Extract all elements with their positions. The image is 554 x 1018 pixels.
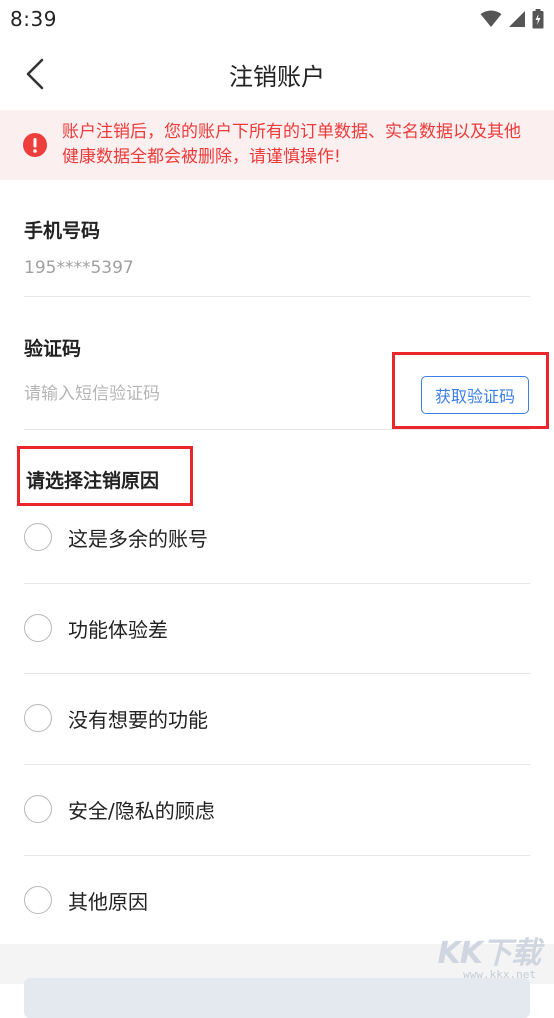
wifi-icon bbox=[480, 10, 502, 27]
radio-button[interactable] bbox=[24, 795, 52, 823]
status-icons bbox=[480, 9, 544, 29]
divider bbox=[24, 673, 530, 674]
code-label: 验证码 bbox=[24, 338, 82, 360]
phone-value: 195****5397 bbox=[24, 258, 134, 278]
code-input[interactable] bbox=[24, 380, 354, 408]
submit-button[interactable] bbox=[24, 978, 530, 1018]
reason-option[interactable]: 其他原因 bbox=[0, 870, 554, 930]
divider bbox=[24, 764, 530, 765]
phone-label: 手机号码 bbox=[24, 220, 101, 242]
reason-option[interactable]: 没有想要的功能 bbox=[0, 688, 554, 748]
radio-button[interactable] bbox=[24, 523, 52, 551]
radio-button[interactable] bbox=[24, 886, 52, 914]
warning-banner: 账户注销后，您的账户下所有的订单数据、实名数据以及其他健康数据全都会被删除，请谨… bbox=[0, 110, 554, 180]
divider bbox=[24, 296, 530, 297]
radio-button[interactable] bbox=[24, 614, 52, 642]
warning-text: 账户注销后，您的账户下所有的订单数据、实名数据以及其他健康数据全都会被删除，请谨… bbox=[62, 122, 521, 167]
divider bbox=[24, 855, 530, 856]
divider bbox=[24, 583, 530, 584]
nav-bar: 注销账户 bbox=[0, 38, 554, 110]
reason-option-label: 这是多余的账号 bbox=[68, 526, 208, 551]
alert-icon bbox=[23, 133, 47, 157]
status-bar: 8:39 bbox=[0, 0, 554, 38]
watermark-logo: KK下载 www.kkx.net bbox=[436, 928, 541, 984]
watermark-url: www.kkx.net bbox=[463, 968, 536, 981]
watermark-text: KK下载 bbox=[437, 936, 541, 971]
back-arrow-icon[interactable] bbox=[22, 56, 52, 92]
highlight-box-reason-title bbox=[17, 446, 193, 506]
reason-option-label: 安全/隐私的顾虑 bbox=[68, 798, 215, 823]
page-title: 注销账户 bbox=[229, 62, 325, 91]
divider bbox=[24, 429, 530, 430]
reason-option-label: 功能体验差 bbox=[68, 617, 168, 642]
reason-option[interactable]: 安全/隐私的顾虑 bbox=[0, 779, 554, 839]
reason-option[interactable]: 功能体验差 bbox=[0, 598, 554, 658]
status-time: 8:39 bbox=[10, 7, 57, 31]
battery-icon bbox=[532, 9, 544, 29]
highlight-box-code-button bbox=[392, 352, 549, 429]
reason-option[interactable]: 这是多余的账号 bbox=[0, 507, 554, 567]
reason-option-label: 其他原因 bbox=[68, 889, 148, 914]
radio-button[interactable] bbox=[24, 704, 52, 732]
signal-icon bbox=[509, 11, 525, 27]
reason-option-label: 没有想要的功能 bbox=[68, 707, 208, 732]
